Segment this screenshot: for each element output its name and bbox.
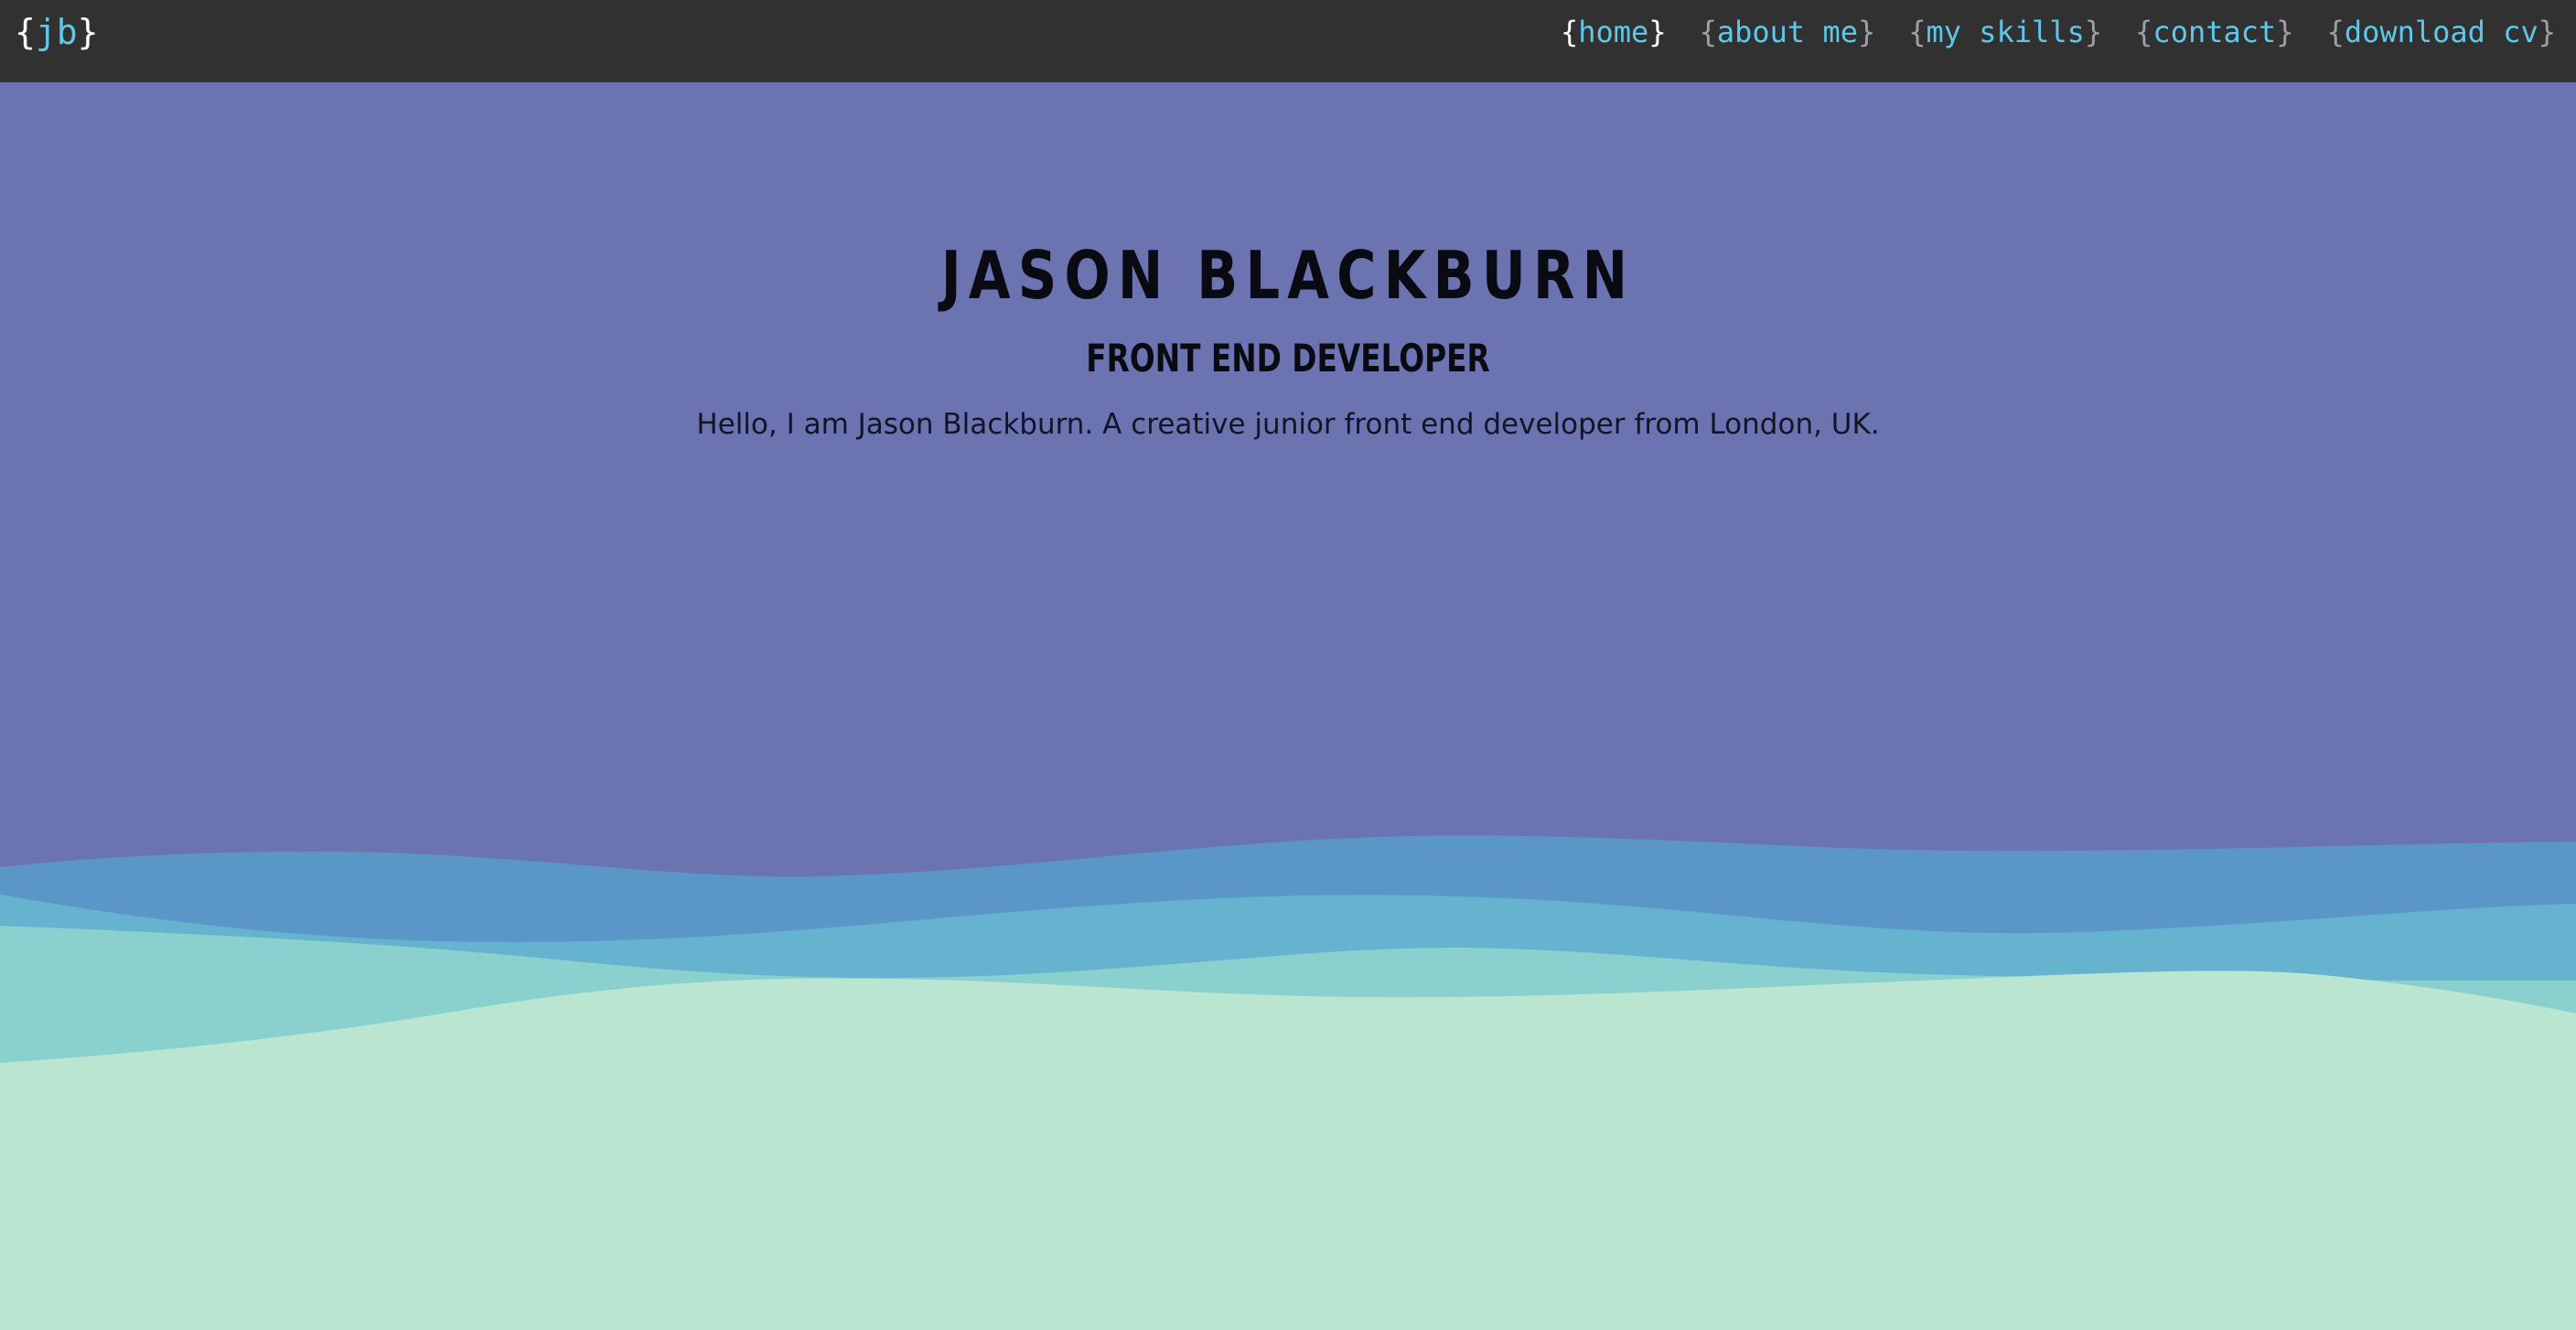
nav-item-home[interactable]: {home} (1561, 11, 1667, 53)
hero-role: FRONT END DEVELOPER (1086, 336, 1490, 381)
nav-close-brace: } (2538, 15, 2556, 49)
nav-item-label: contact (2152, 15, 2277, 49)
nav-open-brace: { (2326, 15, 2345, 49)
hero-name: JASON BLACKBURN (940, 237, 1636, 314)
hero-description: Hello, I am Jason Blackburn. A creative … (696, 408, 1880, 441)
nav-item-my-skills[interactable]: {my skills} (1908, 11, 2102, 53)
nav-close-brace: } (2276, 15, 2294, 49)
nav-open-brace: { (2135, 15, 2153, 49)
nav-open-brace: { (1908, 15, 1927, 49)
nav-item-contact[interactable]: {contact} (2135, 11, 2293, 53)
top-navbar: {jb} {home} {about me} {my skills} {cont… (0, 0, 2576, 82)
nav-item-label: download cv (2344, 15, 2538, 49)
nav-item-label: home (1578, 15, 1649, 49)
nav-open-brace: { (1699, 15, 1717, 49)
brand-logo[interactable]: {jb} (15, 9, 99, 55)
main-nav: {home} {about me} {my skills} {contact} … (1561, 11, 2556, 53)
logo-open-brace: { (15, 12, 36, 52)
logo-close-brace: } (77, 12, 99, 52)
nav-item-about-me[interactable]: {about me} (1700, 11, 1876, 53)
nav-close-brace: } (1857, 15, 1876, 49)
nav-item-download-cv[interactable]: {download cv} (2327, 11, 2556, 53)
logo-text: jb (35, 12, 78, 52)
nav-open-brace: { (1560, 15, 1579, 49)
wave-layer-4 (0, 971, 2576, 1330)
nav-close-brace: } (1648, 15, 1667, 49)
hero-section: JASON BLACKBURN FRONT END DEVELOPER Hell… (0, 82, 2576, 1330)
nav-close-brace: } (2084, 15, 2103, 49)
nav-item-label: about me (1716, 15, 1858, 49)
nav-item-label: my skills (1926, 15, 2085, 49)
